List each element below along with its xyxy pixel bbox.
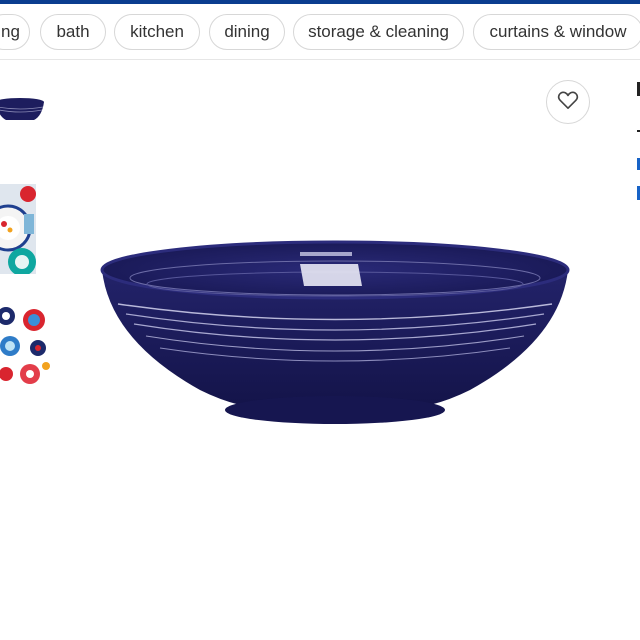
category-pill-kitchen[interactable]: kitchen — [114, 14, 200, 50]
category-pill-dining[interactable]: dining — [209, 14, 285, 50]
category-pill-storage-cleaning[interactable]: storage & cleaning — [293, 14, 464, 50]
favorite-button[interactable] — [546, 80, 590, 124]
thumbnail-list — [0, 60, 60, 460]
colorful-dishes-thumbnail[interactable] — [0, 304, 50, 388]
bowl-thumbnail[interactable] — [0, 90, 46, 134]
category-pill-bath[interactable]: bath — [40, 14, 106, 50]
category-pill-partial[interactable]: ng — [0, 14, 30, 50]
product-details-edge — [630, 60, 640, 260]
heart-icon — [557, 90, 579, 115]
category-pill-curtains-window[interactable]: curtains & window — [473, 14, 640, 50]
category-nav: ng bath kitchen dining storage & cleanin… — [0, 4, 640, 60]
table-setting-thumbnail[interactable] — [0, 184, 36, 274]
navy-bowl-image — [90, 200, 580, 440]
